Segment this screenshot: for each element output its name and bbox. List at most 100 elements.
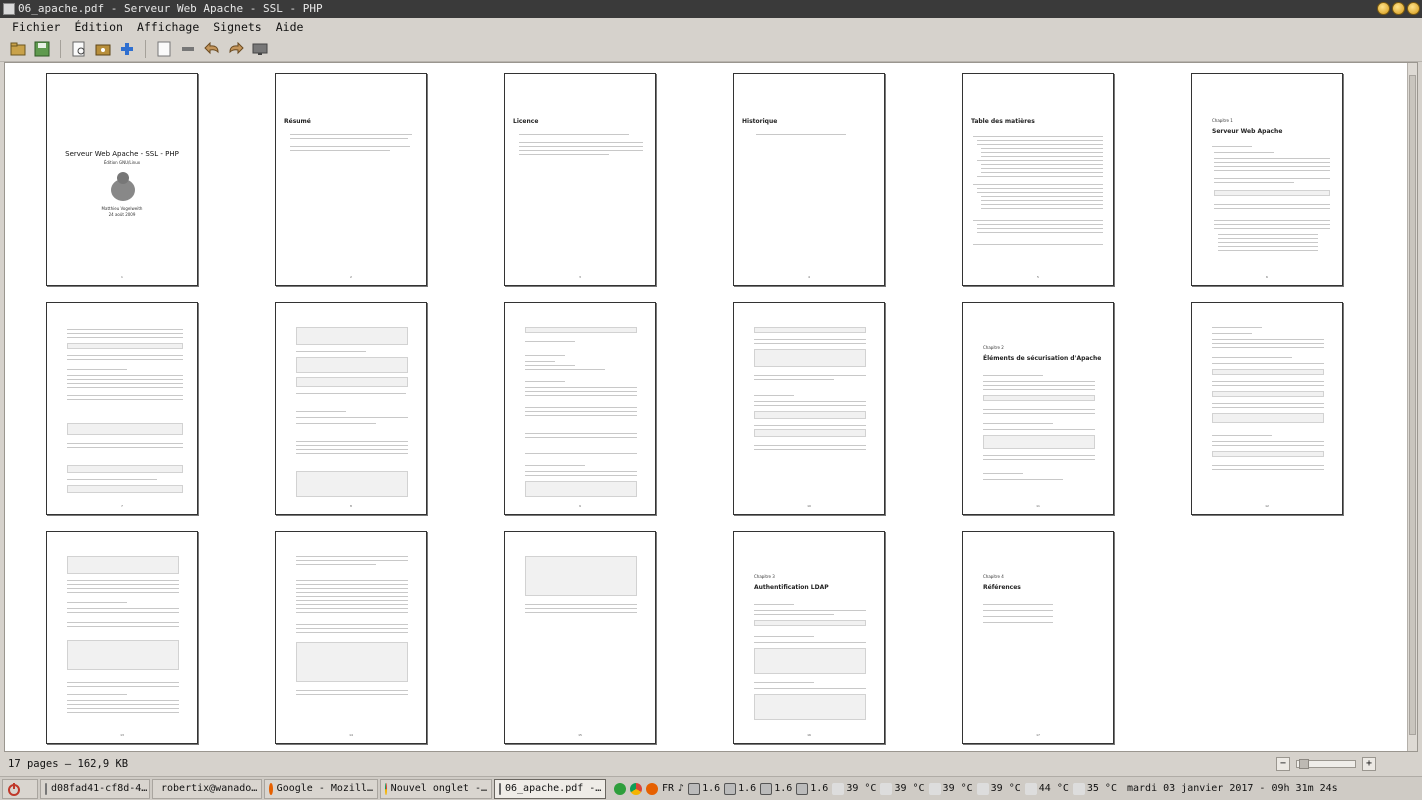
page-thumbnail-6[interactable]: Chapitre 1 Serveur Web Apache 6 bbox=[1191, 73, 1343, 286]
temp-sensor-6: 35 °C bbox=[1072, 782, 1117, 795]
thermometer-icon bbox=[928, 782, 941, 795]
system-tray: FR ♪ 1.6 1.6 1.6 1.6 39 °C 39 °C 39 °C 3… bbox=[614, 782, 1338, 795]
page-thumbnail-16[interactable]: Chapitre 3 Authentification LDAP 16 bbox=[733, 531, 885, 744]
page-thumbnail-10[interactable]: 10 bbox=[733, 302, 885, 515]
scrollbar-thumb[interactable] bbox=[1409, 75, 1416, 735]
cpu-icon bbox=[688, 782, 701, 795]
temp-sensor-4: 39 °C bbox=[976, 782, 1021, 795]
zoom-out-button[interactable]: − bbox=[1276, 757, 1290, 771]
presentation-icon[interactable] bbox=[250, 39, 270, 59]
page-title: Serveur Web Apache - SSL - PHP bbox=[65, 150, 179, 158]
task-item-2[interactable]: robertix@wanado… bbox=[152, 778, 262, 799]
back-icon[interactable] bbox=[202, 39, 222, 59]
menu-signets[interactable]: Signets bbox=[213, 18, 261, 36]
page-thumbnail-4[interactable]: Historique 4 bbox=[733, 73, 885, 286]
vertical-scrollbar[interactable] bbox=[1407, 63, 1417, 751]
new-page-icon[interactable] bbox=[154, 39, 174, 59]
firefox-tray-icon[interactable] bbox=[646, 782, 658, 795]
page-number: 1 bbox=[121, 275, 123, 279]
page-thumbnail-1[interactable]: Serveur Web Apache - SSL - PHP Édition G… bbox=[46, 73, 198, 286]
minimize-button[interactable] bbox=[1377, 2, 1390, 15]
toolbar-separator bbox=[145, 39, 146, 58]
menu-fichier[interactable]: Fichier bbox=[12, 18, 60, 36]
keyboard-layout[interactable]: FR bbox=[662, 783, 674, 794]
page-thumbnail-13[interactable]: 13 bbox=[46, 531, 198, 744]
page-title: Historique bbox=[742, 118, 778, 125]
page-thumbnail-9[interactable]: 9 bbox=[504, 302, 656, 515]
menu-affichage[interactable]: Affichage bbox=[137, 18, 199, 36]
status-bar: 17 pages – 162,9 KB − + bbox=[0, 752, 1422, 776]
task-label: Google - Mozill… bbox=[276, 783, 373, 794]
zoom-in-button[interactable]: + bbox=[1362, 757, 1376, 771]
file-icon bbox=[45, 782, 47, 795]
page-thumbnail-2[interactable]: Résumé 2 bbox=[275, 73, 427, 286]
page-number: 5 bbox=[1037, 275, 1039, 279]
page-number: 3 bbox=[579, 275, 581, 279]
page-title: Serveur Web Apache bbox=[1212, 128, 1283, 135]
zoom-slider-knob[interactable] bbox=[1299, 759, 1309, 769]
toolbar bbox=[0, 36, 1422, 62]
window-controls bbox=[1377, 2, 1420, 15]
power-icon bbox=[8, 782, 20, 796]
cpu-freq-4: 1.6 bbox=[796, 782, 828, 795]
task-label: robertix@wanado… bbox=[161, 783, 258, 794]
volume-icon[interactable]: ♪ bbox=[678, 783, 684, 794]
network-status-icon[interactable] bbox=[614, 782, 626, 795]
open-icon[interactable] bbox=[93, 39, 113, 59]
chapter-label: Chapitre 1 bbox=[1212, 118, 1233, 123]
menu-edition[interactable]: Édition bbox=[74, 18, 122, 36]
page-number: 12 bbox=[1265, 504, 1269, 508]
page-number: 14 bbox=[349, 733, 353, 737]
page-thumbnail-3[interactable]: Licence 3 bbox=[504, 73, 656, 286]
page-thumbnail-17[interactable]: Chapitre 4 Références 17 bbox=[962, 531, 1114, 744]
forward-icon[interactable] bbox=[226, 39, 246, 59]
page-number: 11 bbox=[1036, 504, 1040, 508]
save-icon[interactable] bbox=[32, 39, 52, 59]
thermometer-icon bbox=[1072, 782, 1085, 795]
cpu-freq-1: 1.6 bbox=[688, 782, 720, 795]
document-view[interactable]: Serveur Web Apache - SSL - PHP Édition G… bbox=[4, 62, 1418, 752]
page-number: 8 bbox=[350, 504, 352, 508]
page-title: Authentification LDAP bbox=[754, 584, 829, 591]
page-thumbnail-8[interactable]: 8 bbox=[275, 302, 427, 515]
chrome-tray-icon[interactable] bbox=[630, 782, 642, 795]
title-bar: 06_apache.pdf - Serveur Web Apache - SSL… bbox=[0, 0, 1422, 18]
temp-sensor-2: 39 °C bbox=[880, 782, 925, 795]
cpu-freq-2: 1.6 bbox=[724, 782, 756, 795]
firefox-icon bbox=[269, 782, 273, 795]
page-thumbnail-11[interactable]: Chapitre 2 Éléments de sécurisation d'Ap… bbox=[962, 302, 1114, 515]
clock[interactable]: mardi 03 janvier 2017 - 09h 31m 24s bbox=[1127, 783, 1338, 794]
page-thumbnail-7[interactable]: 7 bbox=[46, 302, 198, 515]
task-item-1[interactable]: d08fad41-cf8d-4… bbox=[40, 778, 150, 799]
task-item-4[interactable]: Nouvel onglet -… bbox=[380, 778, 492, 799]
temp-sensor-5: 44 °C bbox=[1024, 782, 1069, 795]
taskbar: d08fad41-cf8d-4… robertix@wanado… Google… bbox=[0, 776, 1422, 800]
zoom-slider[interactable] bbox=[1296, 759, 1356, 769]
add-icon[interactable] bbox=[117, 39, 137, 59]
page-thumbnail-12[interactable]: 12 bbox=[1191, 302, 1343, 515]
pdf-viewer-icon bbox=[499, 782, 501, 795]
task-item-3[interactable]: Google - Mozill… bbox=[264, 778, 378, 799]
close-button[interactable] bbox=[1407, 2, 1420, 15]
menu-aide[interactable]: Aide bbox=[276, 18, 304, 36]
task-item-5[interactable]: 06_apache.pdf -… bbox=[494, 778, 606, 799]
page-title: Éléments de sécurisation d'Apache bbox=[983, 355, 1102, 362]
page-thumbnail-14[interactable]: 14 bbox=[275, 531, 427, 744]
page-number: 4 bbox=[808, 275, 810, 279]
app-icon[interactable] bbox=[3, 3, 15, 15]
thermometer-icon bbox=[832, 782, 845, 795]
task-label: d08fad41-cf8d-4… bbox=[51, 783, 148, 794]
page-thumbnail-15[interactable]: 15 bbox=[504, 531, 656, 744]
print-preview-icon[interactable] bbox=[69, 39, 89, 59]
page-count-info: 17 pages – 162,9 KB bbox=[8, 758, 129, 770]
page-thumbnail-5[interactable]: Table des matières 5 bbox=[962, 73, 1114, 286]
minus-icon[interactable] bbox=[178, 39, 198, 59]
page-number: 9 bbox=[579, 504, 581, 508]
thermometer-icon bbox=[1024, 782, 1037, 795]
maximize-button[interactable] bbox=[1392, 2, 1405, 15]
page-number: 10 bbox=[807, 504, 811, 508]
open-folder-icon[interactable] bbox=[8, 39, 28, 59]
page-number: 13 bbox=[120, 733, 124, 737]
start-button[interactable] bbox=[2, 778, 38, 799]
page-title: Table des matières bbox=[971, 118, 1035, 125]
